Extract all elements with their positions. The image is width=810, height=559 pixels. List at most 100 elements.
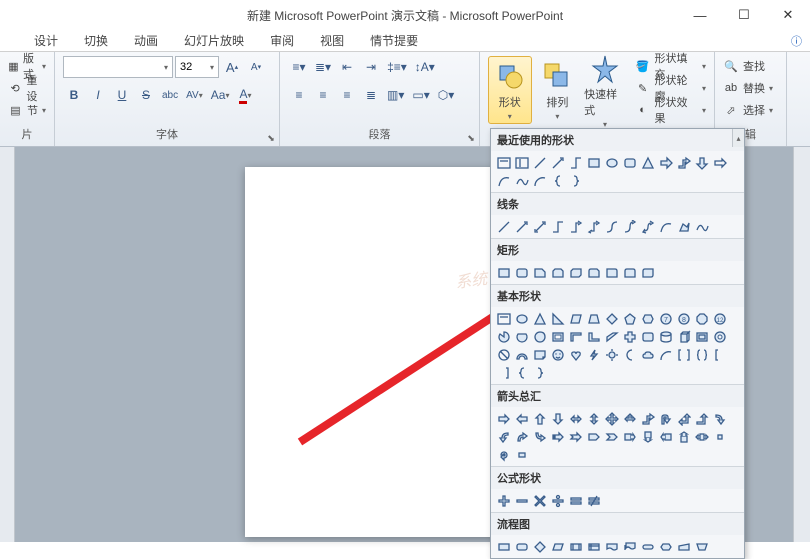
minimize-button[interactable]: — — [678, 0, 722, 30]
shape-down-arrow[interactable] — [693, 154, 710, 171]
arrow-leftup[interactable] — [675, 410, 692, 427]
arrow-curved-up[interactable] — [513, 428, 530, 445]
shape-round-same-rect[interactable] — [621, 264, 638, 281]
smartart-button[interactable]: ⬡▾ — [435, 84, 458, 106]
arrow-updown[interactable] — [585, 410, 602, 427]
arrow-down[interactable] — [549, 410, 566, 427]
shape-cross[interactable] — [621, 328, 638, 345]
shape-right-brace[interactable] — [567, 172, 584, 189]
shape-elbow-arrow[interactable] — [675, 154, 692, 171]
arrow-circular[interactable] — [495, 446, 512, 463]
shape-oval2[interactable] — [513, 310, 530, 327]
arrow-3way-lru[interactable] — [621, 410, 638, 427]
tab-transitions[interactable]: 切换 — [80, 30, 112, 51]
font-family-select[interactable]: ▾ — [63, 56, 173, 78]
select-button[interactable]: ⬀选择▾ — [723, 100, 778, 120]
shape-right-brace2[interactable] — [531, 364, 548, 381]
flow-internal-storage[interactable] — [585, 538, 602, 555]
gallery-scroll-up[interactable]: ▴ — [732, 129, 744, 147]
bullets-button[interactable]: ≡▾ — [288, 56, 310, 78]
shape-right-bracket[interactable] — [495, 364, 512, 381]
shape-elbow-double-arrow[interactable] — [585, 218, 602, 235]
grow-font-button[interactable]: A▴ — [221, 56, 243, 78]
shape-sun[interactable] — [603, 346, 620, 363]
shape-elbow-connector[interactable] — [549, 218, 566, 235]
shape-arc[interactable] — [531, 172, 548, 189]
shape-donut[interactable] — [711, 328, 728, 345]
shape-triangle[interactable] — [639, 154, 656, 171]
shape-lightning[interactable] — [585, 346, 602, 363]
shape-curved-arrow-connector[interactable] — [621, 218, 638, 235]
shape-not-equal[interactable] — [585, 492, 602, 509]
shape-round-single-rect[interactable] — [603, 264, 620, 281]
shape-triangle2[interactable] — [531, 310, 548, 327]
shape-round-diag-rect[interactable] — [639, 264, 656, 281]
shape-oval[interactable] — [603, 154, 620, 171]
shape-snip-single-rect[interactable] — [531, 264, 548, 281]
shape-arrow-line[interactable] — [513, 218, 530, 235]
shape-diag-stripe[interactable] — [603, 328, 620, 345]
numbering-button[interactable]: ≣▾ — [312, 56, 334, 78]
quick-styles-button[interactable]: 快速样式▾ — [583, 56, 627, 124]
shape-effects-button[interactable]: ◐形状效果▾ — [635, 100, 706, 120]
shape-divide[interactable] — [549, 492, 566, 509]
flow-document[interactable] — [603, 538, 620, 555]
shape-half-frame[interactable] — [567, 328, 584, 345]
arrow-leftright-callout[interactable] — [513, 446, 530, 463]
decrease-indent-button[interactable]: ⇤ — [336, 56, 358, 78]
shape-plaque[interactable] — [639, 328, 656, 345]
shape-pentagon[interactable] — [621, 310, 638, 327]
arrow-callout-right[interactable] — [621, 428, 638, 445]
arrow-bent-up[interactable] — [693, 410, 710, 427]
shape-elbow-arrow-connector[interactable] — [567, 218, 584, 235]
tab-view[interactable]: 视图 — [316, 30, 348, 51]
shape-minus[interactable] — [513, 492, 530, 509]
shape-right-triangle[interactable] — [549, 310, 566, 327]
columns-button[interactable]: ▥▾ — [384, 84, 407, 106]
shape-can[interactable] — [657, 328, 674, 345]
shrink-font-button[interactable]: A▾ — [245, 56, 267, 78]
replace-button[interactable]: ab替换▾ — [723, 78, 778, 98]
shape-freeform[interactable] — [513, 172, 530, 189]
shape-right-arrow[interactable] — [657, 154, 674, 171]
shape-left-brace2[interactable] — [513, 364, 530, 381]
char-spacing-button[interactable]: AV▾ — [183, 84, 206, 106]
increase-indent-button[interactable]: ⇥ — [360, 56, 382, 78]
flow-alt-process[interactable] — [513, 538, 530, 555]
shape-chord[interactable] — [513, 328, 530, 345]
shape-heptagon[interactable]: 7 — [657, 310, 674, 327]
flow-terminator[interactable] — [639, 538, 656, 555]
shapes-button[interactable]: 形状▾ — [488, 56, 532, 124]
arrow-leftright[interactable] — [567, 410, 584, 427]
shape-block-arrow[interactable] — [711, 154, 728, 171]
bold-button[interactable]: B — [63, 84, 85, 106]
arrow-curved-down[interactable] — [531, 428, 548, 445]
align-text-button[interactable]: ▭▾ — [409, 84, 432, 106]
ribbon-help-icon[interactable]: ⓘ — [791, 33, 802, 49]
shape-line[interactable] — [531, 154, 548, 171]
text-direction-button[interactable]: ↕A▾ — [412, 56, 438, 78]
tab-design[interactable]: 设计 — [30, 30, 62, 51]
shape-parallelogram[interactable] — [567, 310, 584, 327]
text-shadow-button[interactable]: abc — [159, 84, 181, 106]
shape-round-rect[interactable] — [513, 264, 530, 281]
shape-textbox-vertical[interactable] — [513, 154, 530, 171]
shape-snip-same-rect[interactable] — [549, 264, 566, 281]
font-dialog-launcher[interactable]: ⬊ — [265, 132, 277, 144]
arrow-bent[interactable] — [639, 410, 656, 427]
arrow-chevron[interactable] — [603, 428, 620, 445]
shape-left-brace[interactable] — [549, 172, 566, 189]
shape-rectangle[interactable] — [585, 154, 602, 171]
italic-button[interactable]: I — [87, 84, 109, 106]
paragraph-dialog-launcher[interactable]: ⬊ — [465, 132, 477, 144]
shape-scribble[interactable] — [693, 218, 710, 235]
arrow-left[interactable] — [513, 410, 530, 427]
shape-arc2[interactable] — [657, 346, 674, 363]
shape-rect[interactable] — [495, 264, 512, 281]
arrow-up[interactable] — [531, 410, 548, 427]
reset-button[interactable]: ⟲重设 — [8, 78, 46, 98]
shape-curve[interactable] — [495, 172, 512, 189]
shape-curved-double-arrow[interactable] — [639, 218, 656, 235]
arrow-callout-quad[interactable] — [711, 428, 728, 445]
shape-connector[interactable] — [567, 154, 584, 171]
